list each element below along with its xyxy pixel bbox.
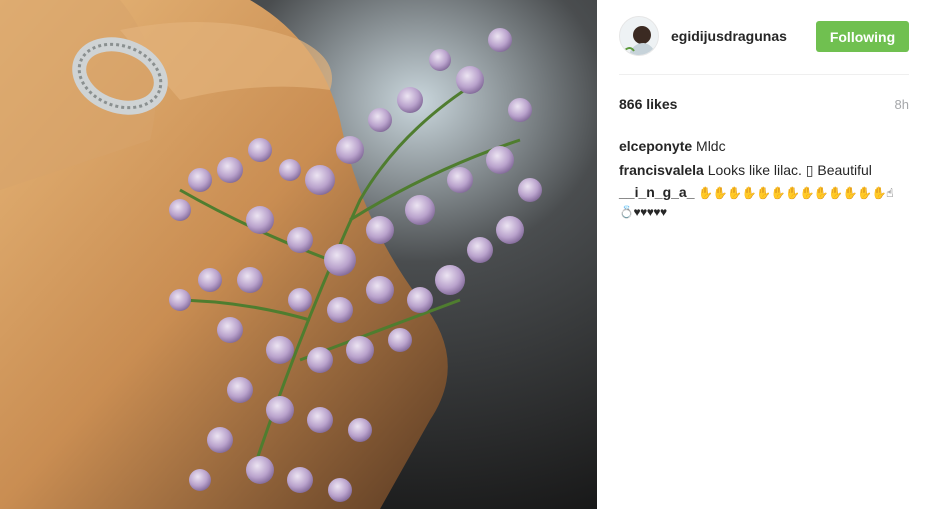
user-avatar[interactable] <box>619 16 659 56</box>
header-divider <box>619 74 909 75</box>
following-button[interactable]: Following <box>816 21 909 52</box>
comment-item: __i_n_g_a_ ✋✋✋✋✋✋✋✋✋✋✋✋✋☝ 💍♥♥♥♥♥ <box>619 183 909 221</box>
comment-text: Looks like lilac. ▯ Beautiful <box>707 162 872 178</box>
comment-author[interactable]: elceponyte <box>619 138 692 154</box>
comments-list: elceponyte Mldc francisvalela Looks like… <box>619 134 909 221</box>
post-side-panel: egidijusdragunas Following 866 likes 8h … <box>597 0 931 509</box>
post-timestamp[interactable]: 8h <box>895 97 909 112</box>
avatar-icon <box>620 17 658 55</box>
post-username[interactable]: egidijusdragunas <box>671 28 787 44</box>
post-header: egidijusdragunas Following <box>619 16 909 56</box>
comment-author[interactable]: __i_n_g_a_ <box>619 184 695 200</box>
comment-item: francisvalela Looks like lilac. ▯ Beauti… <box>619 158 909 182</box>
comment-text: Mldc <box>696 138 726 154</box>
lilac-photo <box>0 0 597 509</box>
likes-count[interactable]: 866 likes <box>619 96 677 112</box>
post-photo[interactable] <box>0 0 597 509</box>
comment-item: elceponyte Mldc <box>619 134 909 158</box>
comment-author[interactable]: francisvalela <box>619 162 704 178</box>
